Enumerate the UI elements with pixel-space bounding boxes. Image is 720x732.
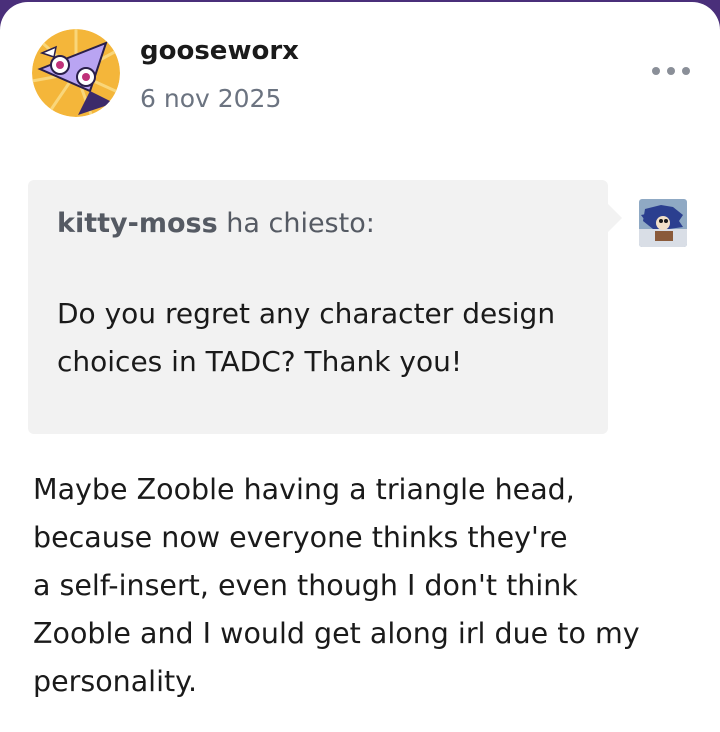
answer-line: personality.	[33, 665, 198, 698]
zooble-avatar-icon	[32, 29, 120, 117]
answer-line: because now everyone thinks they're	[33, 521, 568, 554]
more-horizontal-icon-dot	[652, 67, 660, 75]
more-options-button[interactable]	[652, 62, 690, 80]
asked-label: ha chiesto:	[226, 208, 375, 239]
asker-avatar[interactable]	[639, 199, 687, 247]
answer-line: Maybe Zooble having a triangle head,	[33, 473, 575, 506]
answer-line: a self-insert, even though I don't think	[33, 569, 578, 602]
answer-body: Maybe Zooble having a triangle head, bec…	[33, 466, 693, 706]
more-horizontal-icon-dot	[667, 67, 675, 75]
author-avatar[interactable]	[32, 29, 120, 117]
author-username[interactable]: gooseworx	[140, 36, 299, 66]
ask-bubble-tail	[606, 202, 622, 234]
post-date[interactable]: 6 nov 2025	[140, 84, 281, 113]
ask-header: kitty-moss ha chiesto:	[57, 208, 375, 239]
more-horizontal-icon-dot	[682, 67, 690, 75]
post-card: gooseworx 6 nov 2025 kitty-moss ha chies…	[0, 2, 720, 732]
question-line: choices in TADC? Thank you!	[57, 345, 463, 378]
ask-question: Do you regret any character design choic…	[57, 290, 597, 386]
answer-line: Zooble and I would get along irl due to …	[33, 617, 640, 650]
sonic-avatar-icon	[639, 199, 687, 247]
asker-username[interactable]: kitty-moss	[57, 208, 218, 239]
question-line: Do you regret any character design	[57, 297, 556, 330]
